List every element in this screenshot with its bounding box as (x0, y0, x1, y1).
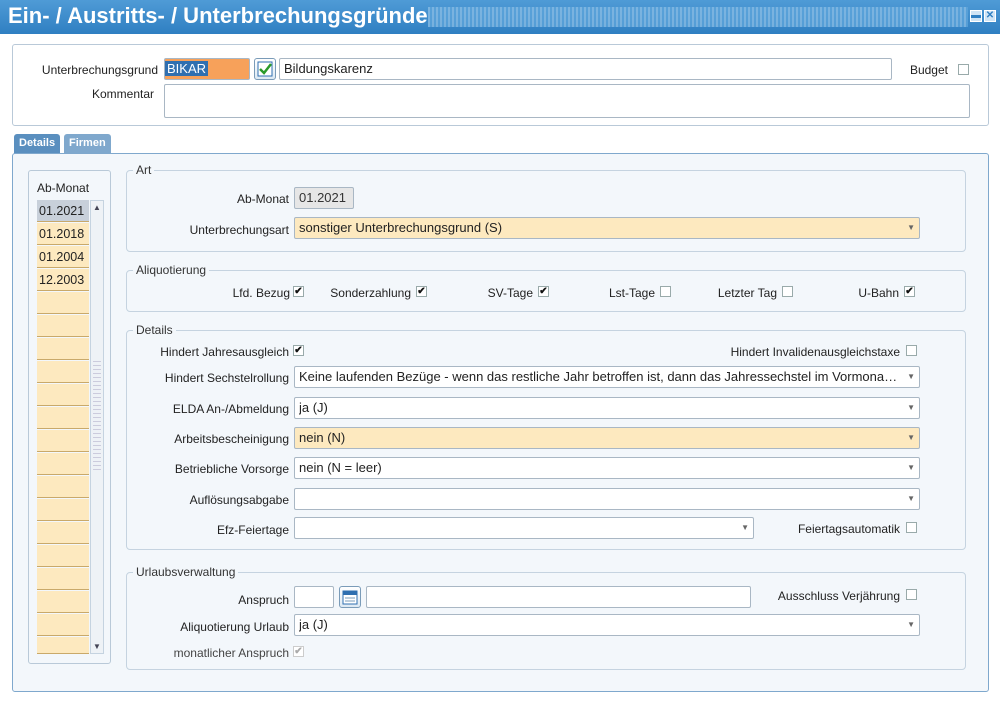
list-item[interactable]: 01.2004 (37, 246, 89, 268)
list-item[interactable] (37, 545, 89, 567)
lfd-bezug-label: Lfd. Bezug (232, 286, 290, 300)
chevron-down-icon: ▼ (907, 620, 915, 629)
aufloesungsabgabe-select[interactable]: ▼ (294, 488, 920, 510)
anspruch-label: Anspruch (238, 593, 289, 607)
sechstelrollung-label: Hindert Sechstelrollung (164, 371, 289, 385)
efz-feiertage-select[interactable]: ▼ (294, 517, 754, 539)
chevron-down-icon: ▼ (907, 403, 915, 412)
list-item[interactable] (37, 315, 89, 337)
arbeitsbescheinigung-select[interactable]: nein (N) ▼ (294, 427, 920, 449)
monatlicher-anspruch-label: monatlicher Anspruch (173, 646, 289, 660)
list-item[interactable] (37, 476, 89, 498)
list-item[interactable]: 01.2018 (37, 223, 89, 245)
kommentar-label: Kommentar (91, 87, 154, 101)
list-item[interactable] (37, 637, 89, 654)
invalidenausgleichstaxe-checkbox[interactable] (906, 345, 917, 356)
chevron-down-icon: ▼ (907, 433, 915, 442)
anspruch-input[interactable] (294, 586, 334, 608)
unterbrechungsart-label: Unterbrechungsart (189, 223, 289, 237)
tab-firmen[interactable]: Firmen (64, 134, 111, 153)
monatlicher-anspruch-checkbox: ✔ (293, 646, 304, 657)
chevron-down-icon: ▼ (907, 463, 915, 472)
list-item[interactable] (37, 338, 89, 360)
scroll-down-icon[interactable]: ▼ (93, 642, 101, 651)
jahresausgleich-label: Hindert Jahresausgleich (160, 345, 289, 359)
letzter-tag-checkbox[interactable] (782, 286, 793, 297)
scroll-up-icon[interactable]: ▲ (93, 203, 101, 212)
ausschluss-verjaehrung-checkbox[interactable] (906, 589, 917, 600)
chevron-down-icon: ▼ (907, 223, 915, 232)
feiertagsautomatik-label: Feiertagsautomatik (797, 522, 900, 536)
sonderzahlung-checkbox[interactable]: ✔ (416, 286, 427, 297)
chevron-down-icon: ▼ (907, 372, 915, 381)
art-group-title: Art (133, 163, 155, 177)
list-item[interactable]: 01.2021 (37, 200, 89, 222)
chevron-down-icon: ▼ (907, 494, 915, 503)
arbeitsbescheinigung-label: Arbeitsbescheinigung (174, 432, 289, 446)
u-bahn-checkbox[interactable]: ✔ (904, 286, 915, 297)
anspruch-text-input[interactable] (366, 586, 751, 608)
tab-details[interactable]: Details (14, 134, 61, 154)
elda-label: ELDA An-/Abmeldung (172, 402, 289, 416)
list-item[interactable] (37, 591, 89, 613)
list-item[interactable] (37, 430, 89, 452)
budget-label: Budget (909, 63, 948, 77)
feiertagsautomatik-checkbox[interactable] (906, 522, 917, 533)
unterbrechungsgrund-label: Unterbrechungsgrund (41, 63, 158, 77)
urlaub-group-title: Urlaubsverwaltung (133, 565, 239, 579)
aufloesungsabgabe-label: Auflösungsabgabe (189, 493, 289, 507)
list-item[interactable] (37, 384, 89, 406)
list-item[interactable] (37, 499, 89, 521)
title-bar: Ein- / Austritts- / Unterbrechungsgründe… (0, 0, 1000, 34)
budget-checkbox[interactable] (958, 64, 969, 75)
details-group-title: Details (133, 323, 176, 337)
sv-tage-checkbox[interactable]: ✔ (538, 286, 549, 297)
list-item[interactable]: 12.2003 (37, 269, 89, 291)
window-title: Ein- / Austritts- / Unterbrechungsgründe (8, 3, 428, 28)
list-item[interactable] (37, 522, 89, 544)
abmonat-label: Ab-Monat (236, 192, 289, 206)
minimize-icon[interactable]: ▬ (970, 10, 982, 22)
sonderzahlung-label: Sonderzahlung (330, 286, 411, 300)
u-bahn-label: U-Bahn (858, 286, 899, 300)
list-item[interactable] (37, 614, 89, 636)
title-bar-drag-area[interactable] (428, 7, 968, 27)
list-scrollbar[interactable]: ▲ ▼ (90, 200, 104, 654)
jahresausgleich-checkbox[interactable]: ✔ (293, 345, 304, 356)
scroll-thumb[interactable] (93, 361, 101, 471)
list-item[interactable] (37, 568, 89, 590)
abmonat-field: 01.2021 (294, 187, 354, 209)
elda-select[interactable]: ja (J) ▼ (294, 397, 920, 419)
grund-code-input[interactable]: BIKAR (164, 58, 250, 80)
grund-text-input[interactable]: Bildungskarenz (279, 58, 892, 80)
vorsorge-label: Betriebliche Vorsorge (174, 462, 289, 476)
chevron-down-icon: ▼ (741, 523, 749, 532)
list-item[interactable] (37, 292, 89, 314)
list-item[interactable] (37, 407, 89, 429)
kommentar-input[interactable] (164, 84, 970, 118)
letzter-tag-label: Letzter Tag (717, 286, 777, 300)
sechstelrollung-select[interactable]: Keine laufenden Bezüge - wenn das restli… (294, 366, 920, 388)
aliquotierung-group-title: Aliquotierung (133, 263, 210, 277)
sv-tage-label: SV-Tage (487, 286, 533, 300)
vorsorge-select[interactable]: nein (N = leer) ▼ (294, 457, 920, 479)
aliquotierung-urlaub-select[interactable]: ja (J) ▼ (294, 614, 920, 636)
lst-tage-label: Lst-Tage (608, 286, 655, 300)
check-icon[interactable] (254, 58, 276, 80)
abmonat-list-header: Ab-Monat (37, 181, 90, 195)
aliquotierung-urlaub-label: Aliquotierung Urlaub (180, 620, 289, 634)
art-group: Art (126, 163, 966, 252)
list-item[interactable] (37, 453, 89, 475)
list-item[interactable] (37, 361, 89, 383)
calendar-icon[interactable] (339, 586, 361, 608)
efz-feiertage-label: Efz-Feiertage (216, 523, 289, 537)
close-icon[interactable]: ✕ (984, 10, 996, 22)
invalidenausgleichstaxe-label: Hindert Invalidenausgleichstaxe (730, 345, 900, 359)
lst-tage-checkbox[interactable] (660, 286, 671, 297)
unterbrechungsart-select[interactable]: sonstiger Unterbrechungsgrund (S) ▼ (294, 217, 920, 239)
ausschluss-verjaehrung-label: Ausschluss Verjährung (777, 589, 900, 603)
